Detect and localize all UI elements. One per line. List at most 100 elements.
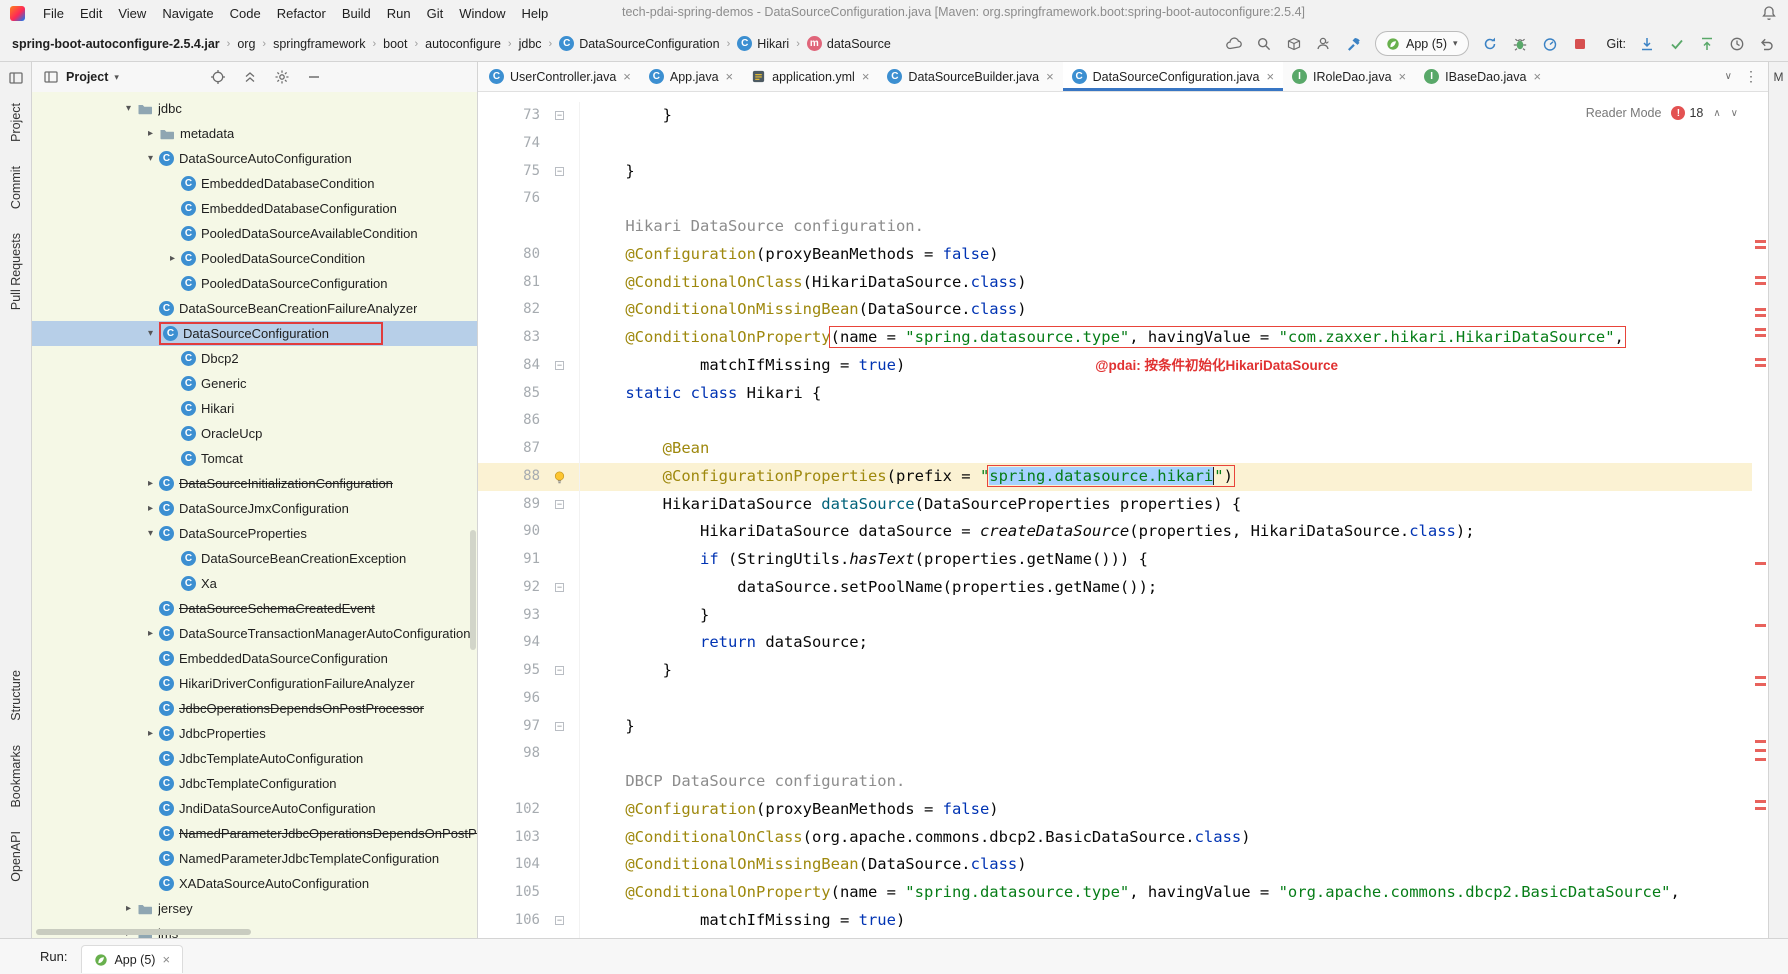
tree-item[interactable]: CPooledDataSourceConfiguration <box>32 271 477 296</box>
editor-tab[interactable]: CApp.java× <box>640 62 742 91</box>
maven-tool-button[interactable]: M <box>1774 70 1784 84</box>
code-line[interactable]: 107 static class Dbcp2 { <box>478 935 1768 939</box>
gear-icon[interactable] <box>273 68 291 86</box>
tree-item[interactable]: ▸metadata <box>32 121 477 146</box>
tree-item[interactable]: CPooledDataSourceAvailableCondition <box>32 221 477 246</box>
package-icon[interactable] <box>1285 35 1303 53</box>
code-line[interactable]: 82 @ConditionalOnMissingBean(DataSource.… <box>478 296 1768 324</box>
tree-expand-arrow-icon[interactable]: ▸ <box>142 728 159 739</box>
more-icon[interactable]: ⋮ <box>1744 68 1758 85</box>
tree-expand-arrow-icon[interactable]: ▸ <box>142 628 159 639</box>
error-stripe-mark[interactable] <box>1755 240 1766 243</box>
tree-expand-arrow-icon[interactable]: ▸ <box>164 253 181 264</box>
locate-icon[interactable] <box>209 68 227 86</box>
fold-marker-icon[interactable]: − <box>555 666 564 675</box>
code-line[interactable]: 83 @ConditionalOnProperty(name = "spring… <box>478 324 1768 352</box>
code-line[interactable]: 87 @Bean <box>478 435 1768 463</box>
error-stripe-mark[interactable] <box>1755 364 1766 367</box>
tree-item[interactable]: CJdbcTemplateAutoConfiguration <box>32 746 477 771</box>
search-icon[interactable] <box>1255 35 1273 53</box>
rollback-icon[interactable] <box>1758 35 1776 53</box>
error-stripe-mark[interactable] <box>1755 683 1766 686</box>
tree-item[interactable]: CEmbeddedDatabaseConfiguration <box>32 196 477 221</box>
code-line[interactable]: 76 <box>478 185 1768 213</box>
editor-tab[interactable]: CDataSourceConfiguration.java× <box>1063 62 1283 91</box>
breadcrumb-item[interactable]: boot <box>383 37 407 51</box>
error-stripe-mark[interactable] <box>1755 328 1766 331</box>
prev-problem-icon[interactable]: ∧ <box>1713 108 1720 119</box>
code-line[interactable]: 85 static class Hikari { <box>478 380 1768 408</box>
tree-item[interactable]: ▸CJdbcProperties <box>32 721 477 746</box>
tree-item[interactable]: CDataSourceSchemaCreatedEvent <box>32 596 477 621</box>
tree-collapse-arrow-icon[interactable]: ▾ <box>142 153 159 164</box>
breadcrumb-item[interactable]: jdbc <box>519 37 542 51</box>
error-stripe-mark[interactable] <box>1755 562 1766 565</box>
code-line[interactable]: 74 <box>478 130 1768 158</box>
close-icon[interactable]: × <box>623 69 631 84</box>
breadcrumb-item[interactable]: springframework <box>273 37 365 51</box>
fold-marker-icon[interactable]: − <box>555 722 564 731</box>
tool-button-structure[interactable]: Structure <box>9 670 23 721</box>
menu-navigate[interactable]: Navigate <box>154 3 221 24</box>
tree-item[interactable]: CJdbcTemplateConfiguration <box>32 771 477 796</box>
tool-button-bookmarks[interactable]: Bookmarks <box>9 745 23 808</box>
run-tab[interactable]: App (5) × <box>81 945 183 973</box>
cloud-icon[interactable] <box>1225 35 1243 53</box>
reader-mode-link[interactable]: Reader Mode <box>1586 106 1662 120</box>
tree-item[interactable]: ▸CPooledDataSourceCondition <box>32 246 477 271</box>
close-icon[interactable]: × <box>162 952 170 967</box>
editor-tab[interactable]: CDataSourceBuilder.java× <box>878 62 1062 91</box>
tree-item[interactable]: CDataSourceBeanCreationFailureAnalyzer <box>32 296 477 321</box>
error-stripe-mark[interactable] <box>1755 308 1766 311</box>
hammer-icon[interactable] <box>1345 35 1363 53</box>
git-push-icon[interactable] <box>1698 35 1716 53</box>
code-line[interactable]: 92− dataSource.setPoolName(properties.ge… <box>478 574 1768 602</box>
close-icon[interactable]: × <box>1266 69 1274 84</box>
tree-collapse-arrow-icon[interactable]: ▾ <box>120 103 137 114</box>
fold-marker-icon[interactable]: − <box>555 500 564 509</box>
code-line[interactable]: 102 @Configuration(proxyBeanMethods = fa… <box>478 796 1768 824</box>
menu-build[interactable]: Build <box>334 3 379 24</box>
tree-collapse-arrow-icon[interactable]: ▾ <box>142 328 159 339</box>
code-line[interactable]: 96 <box>478 685 1768 713</box>
error-stripe-mark[interactable] <box>1755 314 1766 317</box>
close-icon[interactable]: × <box>1533 69 1541 84</box>
close-icon[interactable]: × <box>1046 69 1054 84</box>
tree-item[interactable]: CJdbcOperationsDependsOnPostProcessor <box>32 696 477 721</box>
breadcrumb-item[interactable]: autoconfigure <box>425 37 501 51</box>
tree-item[interactable]: CHikari <box>32 396 477 421</box>
tree-item[interactable]: ▾jdbc <box>32 96 477 121</box>
tree-horizontal-scrollbar[interactable] <box>36 929 251 935</box>
menu-refactor[interactable]: Refactor <box>269 3 334 24</box>
code-line[interactable]: DBCP DataSource configuration. <box>478 768 1768 796</box>
error-stripe-mark[interactable] <box>1755 740 1766 743</box>
tree-item[interactable]: ▸CDataSourceJmxConfiguration <box>32 496 477 521</box>
code-line[interactable]: 89− HikariDataSource dataSource(DataSour… <box>478 491 1768 519</box>
menu-git[interactable]: Git <box>419 3 452 24</box>
code-line[interactable]: 97− } <box>478 713 1768 741</box>
tool-button-commit[interactable]: Commit <box>9 166 23 209</box>
error-stripe[interactable] <box>1752 92 1768 938</box>
tool-button-openapi[interactable]: OpenAPI <box>9 831 23 882</box>
close-icon[interactable]: × <box>1399 69 1407 84</box>
code-line[interactable]: 98 <box>478 740 1768 768</box>
code-line[interactable]: 90 HikariDataSource dataSource = createD… <box>478 518 1768 546</box>
breadcrumb-item[interactable]: org <box>237 37 255 51</box>
fold-marker-icon[interactable]: − <box>555 361 564 370</box>
error-stripe-mark[interactable] <box>1755 676 1766 679</box>
tree-item[interactable]: ▸CDataSourceInitializationConfiguration <box>32 471 477 496</box>
tree-item[interactable]: CTomcat <box>32 446 477 471</box>
code-line[interactable]: 88 @ConfigurationProperties(prefix = "sp… <box>478 463 1768 491</box>
tree-item[interactable]: CXADataSourceAutoConfiguration <box>32 871 477 896</box>
code-line[interactable]: 75− } <box>478 158 1768 186</box>
code-line[interactable]: 95− } <box>478 657 1768 685</box>
tree-item[interactable]: CDataSourceBeanCreationException <box>32 546 477 571</box>
tree-expand-arrow-icon[interactable]: ▸ <box>120 903 137 914</box>
chevron-down-icon[interactable]: ▾ <box>114 72 119 83</box>
menu-edit[interactable]: Edit <box>72 3 110 24</box>
code-line[interactable]: 104 @ConditionalOnMissingBean(DataSource… <box>478 851 1768 879</box>
tree-item[interactable]: CHikariDriverConfigurationFailureAnalyze… <box>32 671 477 696</box>
tree-item[interactable]: CJndiDataSourceAutoConfiguration <box>32 796 477 821</box>
tree-item[interactable]: CNamedParameterJdbcOperationsDependsOnPo… <box>32 821 477 846</box>
error-stripe-mark[interactable] <box>1755 800 1766 803</box>
